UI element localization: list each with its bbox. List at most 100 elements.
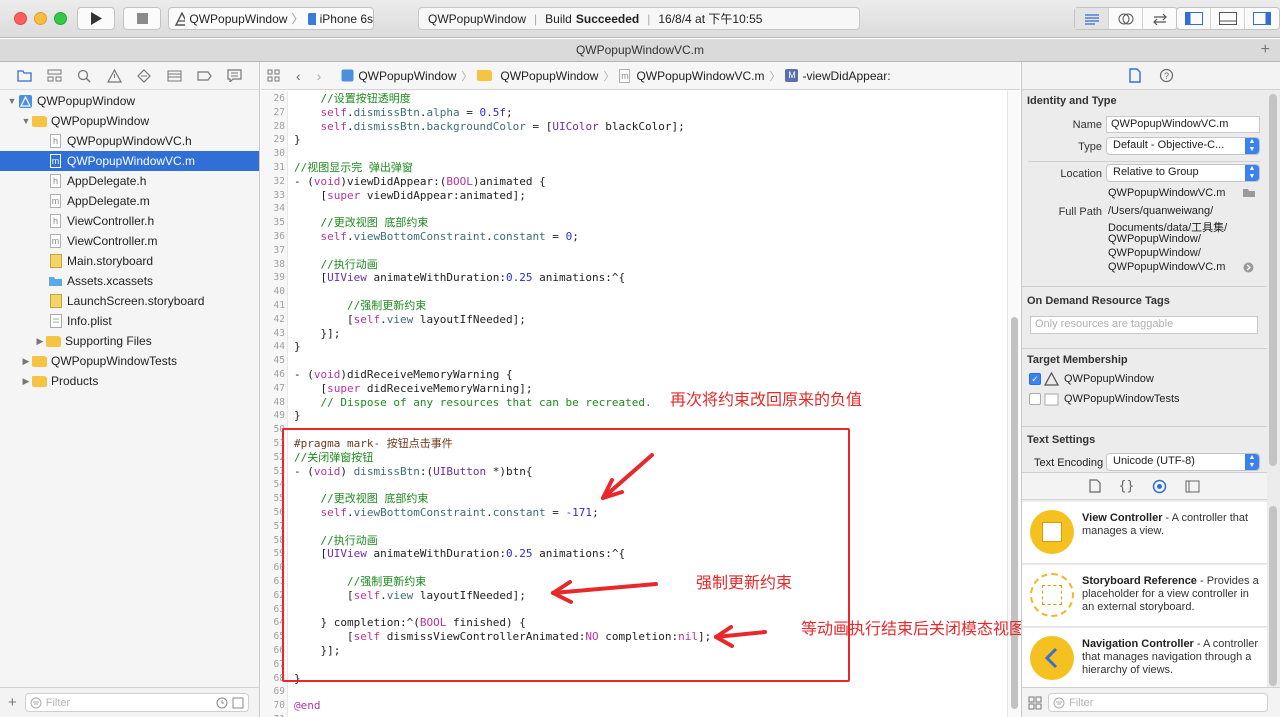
- go-arrow-icon[interactable]: [1243, 262, 1254, 273]
- tree-project-row[interactable]: ▼ QWPopupWindow: [0, 91, 259, 111]
- code-line[interactable]: 32 - (void)viewDidAppear:(BOOL)animated {: [261, 175, 1001, 189]
- disclosure-closed-icon[interactable]: ▶: [20, 376, 32, 387]
- code-line[interactable]: 28 self.dismissBtn.backgroundColor = [UI…: [261, 120, 1001, 134]
- name-field[interactable]: QWPopupWindowVC.m: [1106, 116, 1260, 133]
- jump-group[interactable]: QWPopupWindow: [477, 69, 598, 83]
- code-line[interactable]: 42 [self.view layoutIfNeeded];: [261, 313, 1001, 327]
- navigator-filter-field[interactable]: Filter: [24, 693, 249, 712]
- jump-project[interactable]: QWPopupWindow: [341, 69, 456, 83]
- code-line[interactable]: 49}: [261, 409, 1001, 423]
- tree-file-row[interactable]: h ViewController.h: [0, 211, 259, 231]
- search-icon[interactable]: [76, 68, 92, 84]
- close-window-button[interactable]: [14, 12, 27, 25]
- jump-method[interactable]: M -viewDidAppear:: [785, 69, 891, 83]
- add-tab-button[interactable]: +: [1261, 39, 1270, 61]
- zoom-window-button[interactable]: [54, 12, 67, 25]
- code-line[interactable]: 47 [super didReceiveMemoryWarning];: [261, 382, 1001, 396]
- tree-group-row[interactable]: ▼ QWPopupWindow: [0, 111, 259, 131]
- tree-products-row[interactable]: ▶ Products: [0, 371, 259, 391]
- code-line[interactable]: 48 // Dispose of any resources that can …: [261, 396, 1001, 410]
- code-line[interactable]: 43 }];: [261, 327, 1001, 341]
- tree-file-row[interactable]: LaunchScreen.storyboard: [0, 291, 259, 311]
- code-line[interactable]: 36 self.viewBottomConstraint.constant = …: [261, 230, 1001, 244]
- disclosure-open-icon[interactable]: ▼: [20, 116, 32, 126]
- code-line[interactable]: 33 [super viewDidAppear:animated];: [261, 189, 1001, 203]
- scm-filter-icon[interactable]: [232, 697, 244, 709]
- library-item-navigation-controller[interactable]: Navigation Controller - A controller tha…: [1022, 628, 1267, 690]
- test-diamond-icon[interactable]: [136, 68, 152, 84]
- code-line[interactable]: 37: [261, 244, 1001, 258]
- assistant-editor-button[interactable]: [1109, 8, 1143, 29]
- code-line[interactable]: 40: [261, 285, 1001, 299]
- back-arrow-icon[interactable]: ‹: [296, 68, 301, 84]
- encoding-popup[interactable]: Unicode (UTF-8) ▲ ▼: [1106, 453, 1260, 471]
- help-icon[interactable]: ?: [1159, 68, 1174, 83]
- code-line[interactable]: 34: [261, 202, 1001, 216]
- reveal-folder-icon[interactable]: [1242, 187, 1256, 198]
- tab-file[interactable]: QWPopupWindowVC.m: [576, 43, 704, 57]
- run-button[interactable]: [77, 7, 115, 30]
- hierarchy-icon[interactable]: [46, 68, 62, 84]
- target-checkbox-tests[interactable]: [1029, 393, 1041, 405]
- tree-file-row[interactable]: m ViewController.m: [0, 231, 259, 251]
- code-snippet-icon[interactable]: {}: [1119, 479, 1135, 494]
- file-template-icon[interactable]: [1089, 479, 1101, 493]
- type-popup[interactable]: Default - Objective-C... ▲ ▼: [1106, 137, 1260, 155]
- inspector-scroll-thumb[interactable]: [1269, 94, 1277, 466]
- code-line[interactable]: 39 [UIView animateWithDuration:0.25 anim…: [261, 271, 1001, 285]
- related-items-icon[interactable]: [267, 69, 280, 82]
- debug-gauge-icon[interactable]: [166, 68, 182, 84]
- tree-file-row[interactable]: Info.plist: [0, 311, 259, 331]
- tree-file-row[interactable]: Assets.xcassets: [0, 271, 259, 291]
- library-item-storyboard-reference[interactable]: Storyboard Reference - Provides a placeh…: [1022, 565, 1267, 627]
- breakpoint-icon[interactable]: [196, 68, 212, 84]
- grid-view-icon[interactable]: [1028, 696, 1042, 710]
- code-line[interactable]: 31 //视图显示完 弹出弹窗: [261, 161, 1001, 175]
- warning-icon[interactable]: [106, 68, 122, 84]
- disclosure-closed-icon[interactable]: ▶: [34, 336, 46, 347]
- minimize-window-button[interactable]: [34, 12, 47, 25]
- toggle-inspector-button[interactable]: [1245, 8, 1279, 29]
- editor-scroll-thumb[interactable]: [1011, 317, 1018, 709]
- folder-icon[interactable]: [16, 68, 32, 84]
- code-line[interactable]: 44}: [261, 340, 1001, 354]
- target-checkbox-app[interactable]: ✓: [1029, 373, 1041, 385]
- location-popup[interactable]: Relative to Group ▲ ▼: [1106, 164, 1260, 182]
- tree-file-row[interactable]: Main.storyboard: [0, 251, 259, 271]
- tree-supporting-row[interactable]: ▶ Supporting Files: [0, 331, 259, 351]
- tree-file-row-selected[interactable]: m QWPopupWindowVC.m: [0, 151, 259, 171]
- disclosure-open-icon[interactable]: ▼: [6, 96, 18, 106]
- code-line[interactable]: 41 //强制更新约束: [261, 299, 1001, 313]
- jump-file[interactable]: m QWPopupWindowVC.m: [619, 68, 764, 83]
- odr-tags-field[interactable]: Only resources are taggable: [1030, 316, 1258, 334]
- object-library-icon[interactable]: [1152, 479, 1167, 494]
- library-item-view-controller[interactable]: View Controller - A controller that mana…: [1022, 502, 1267, 564]
- forward-arrow-icon[interactable]: ›: [317, 68, 322, 84]
- code-line[interactable]: 27 self.dismissBtn.alpha = 0.5f;: [261, 106, 1001, 120]
- code-line[interactable]: 46 - (void)didReceiveMemoryWarning {: [261, 368, 1001, 382]
- code-line[interactable]: 69: [261, 685, 1001, 699]
- stop-button[interactable]: [123, 7, 161, 30]
- tree-file-row[interactable]: h QWPopupWindowVC.h: [0, 131, 259, 151]
- code-line[interactable]: 35 //更改视图 底部约束: [261, 216, 1001, 230]
- library-scroll-thumb[interactable]: [1269, 506, 1277, 686]
- media-library-icon[interactable]: [1185, 480, 1200, 493]
- library-filter-field[interactable]: Filter: [1048, 693, 1268, 712]
- report-icon[interactable]: [226, 68, 242, 84]
- standard-editor-button[interactable]: [1075, 8, 1109, 29]
- code-line[interactable]: 29}: [261, 133, 1001, 147]
- scheme-selector[interactable]: QWPopupWindow 〉 iPhone 6s: [168, 7, 374, 30]
- code-line[interactable]: 71: [261, 713, 1001, 717]
- tree-tests-row[interactable]: ▶ QWPopupWindowTests: [0, 351, 259, 371]
- file-inspector-icon[interactable]: [1128, 68, 1141, 83]
- code-line[interactable]: 38 //执行动画: [261, 258, 1001, 272]
- toggle-navigator-button[interactable]: [1177, 8, 1211, 29]
- tree-file-row[interactable]: h AppDelegate.h: [0, 171, 259, 191]
- code-line[interactable]: 45: [261, 354, 1001, 368]
- toggle-debug-button[interactable]: [1211, 8, 1245, 29]
- code-line[interactable]: 30: [261, 147, 1001, 161]
- tree-file-row[interactable]: m AppDelegate.m: [0, 191, 259, 211]
- version-editor-button[interactable]: [1143, 8, 1177, 29]
- add-file-button[interactable]: +: [8, 694, 17, 711]
- recent-clock-icon[interactable]: [216, 697, 228, 709]
